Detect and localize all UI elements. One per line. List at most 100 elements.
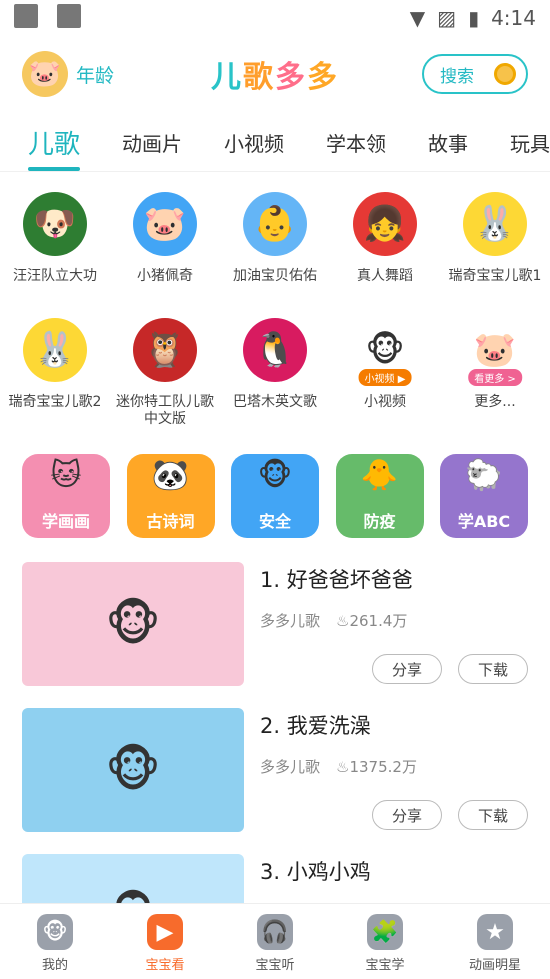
song-author: 多多儿歌 xyxy=(260,612,321,630)
app-logo: 儿歌多多 xyxy=(211,60,339,95)
badge: 小视频 ▶ xyxy=(358,369,412,386)
nav-item-2[interactable]: 🎧 宝宝听 xyxy=(230,914,320,973)
character-item[interactable]: 🐷 看更多 > 更多... xyxy=(440,318,550,444)
character-label: 加油宝贝佑佑 xyxy=(233,268,317,284)
song-item[interactable]: 🐵 1. 好爸爸坏爸爸多多儿歌 ♨261.4万分享 下载 xyxy=(22,562,528,708)
status-bar: ▼ ▨ ▮ 4:14 xyxy=(0,0,550,36)
nav-label: 宝宝学 xyxy=(365,958,405,973)
status-right: ▼ ▨ ▮ 4:14 xyxy=(410,6,536,30)
tab-2[interactable]: 小视频 xyxy=(224,128,284,171)
monkey-face-icon: 🐵 xyxy=(37,914,73,950)
tab-4[interactable]: 故事 xyxy=(428,128,468,171)
character-item[interactable]: 🦉 迷你特工队儿歌 中文版 xyxy=(110,318,220,444)
nav-item-4[interactable]: ★ 动画明星 xyxy=(450,914,540,973)
category-tabs: 儿歌 动画片 小视频 学本领 故事 玩具 xyxy=(0,112,550,172)
headphones-icon: 🎧 xyxy=(257,914,293,950)
nav-item-1[interactable]: ▶ 宝宝看 xyxy=(120,914,210,973)
search-button[interactable]: 搜索 xyxy=(422,54,528,94)
pig-more-icon: 🐷 看更多 > xyxy=(463,318,527,386)
character-item[interactable]: 🐷 小猪佩奇 xyxy=(110,192,220,318)
category-3[interactable]: 🐥 防疫 xyxy=(335,454,424,538)
character-item[interactable]: 🐰 瑞奇宝宝儿歌1 xyxy=(440,192,550,318)
character-label: 更多... xyxy=(474,394,516,410)
character-label: 迷你特工队儿歌 中文版 xyxy=(116,394,214,427)
category-label: 防疫 xyxy=(363,512,396,531)
song-item[interactable]: 🐵 2. 我爱洗澡多多儿歌 ♨1375.2万分享 下载 xyxy=(22,708,528,854)
character-label: 小猪佩奇 xyxy=(137,268,193,284)
character-item[interactable]: 👶 加油宝贝佑佑 xyxy=(220,192,330,318)
download-button[interactable]: 下载 xyxy=(458,654,528,684)
age-button[interactable]: 年龄 xyxy=(76,61,114,88)
character-item[interactable]: 🐧 巴塔木英文歌 xyxy=(220,318,330,444)
song-meta: 多多儿歌 ♨1375.2万 xyxy=(260,756,528,777)
badge: 看更多 > xyxy=(468,369,522,386)
tv-play-icon: ▶ xyxy=(147,914,183,950)
play-count: 261.4万 xyxy=(349,612,408,630)
penguin-icon: 🐧 xyxy=(243,318,307,382)
category-label: 安全 xyxy=(258,512,291,531)
character-label: 瑞奇宝宝儿歌1 xyxy=(448,268,542,284)
category-2[interactable]: 🐵 安全 xyxy=(231,454,319,538)
bird-icon: 🦉 xyxy=(133,318,197,382)
nav-item-3[interactable]: 🧩 宝宝学 xyxy=(340,914,430,973)
nav-label: 我的 xyxy=(41,958,68,973)
song-title[interactable]: 1. 好爸爸坏爸爸 xyxy=(260,564,528,594)
character-item[interactable]: 👧 真人舞蹈 xyxy=(330,192,440,318)
bear-star-icon: ★ xyxy=(477,914,513,950)
category-0[interactable]: 🐱 学画画 xyxy=(22,454,110,538)
tab-0[interactable]: 儿歌 xyxy=(28,124,81,171)
play-count-group: ♨1375.2万 xyxy=(336,756,417,777)
play-count-group: ♨261.4万 xyxy=(336,610,407,631)
share-button[interactable]: 分享 xyxy=(372,800,442,830)
notification-icon xyxy=(57,4,82,28)
download-button[interactable]: 下载 xyxy=(458,800,528,830)
bottom-navigation: 🐵 我的 ▶ 宝宝看 🎧 宝宝听 🧩 宝宝学 ★ 动画明星 xyxy=(0,903,550,979)
song-title[interactable]: 2. 我爱洗澡 xyxy=(260,710,528,740)
learning-categories: 🐱 学画画 🐼 古诗词 🐵 安全 🐥 防疫 🐑 学ABC xyxy=(0,444,550,538)
girl-icon: 👧 xyxy=(353,192,417,256)
monkey-icon: 🐵 小视频 ▶ xyxy=(353,318,417,386)
character-label: 瑞奇宝宝儿歌2 xyxy=(8,394,102,410)
song-author: 多多儿歌 xyxy=(260,758,321,776)
character-label: 小视频 xyxy=(364,394,406,410)
tab-1[interactable]: 动画片 xyxy=(122,128,182,171)
app-header: 🐷 年龄 儿歌多多 搜索 xyxy=(0,36,550,112)
clock: 4:14 xyxy=(491,6,536,30)
character-item[interactable]: 🐰 瑞奇宝宝儿歌2 xyxy=(0,318,110,444)
search-icon xyxy=(494,63,516,85)
cat-icon: 🐱 xyxy=(50,458,82,493)
sheep-icon: 🐑 xyxy=(465,458,503,493)
song-actions: 分享 下载 xyxy=(372,800,528,830)
nav-label: 动画明星 xyxy=(468,958,521,973)
song-actions: 分享 下载 xyxy=(372,654,528,684)
category-1[interactable]: 🐼 古诗词 xyxy=(126,454,215,538)
song-thumbnail[interactable]: 🐵 xyxy=(22,708,244,832)
chick-mask-icon: 🐥 xyxy=(360,458,399,493)
song-info: 2. 我爱洗澡多多儿歌 ♨1375.2万分享 下载 xyxy=(244,708,528,854)
baby-icon: 👶 xyxy=(243,192,307,256)
rabbit-icon: 🐰 xyxy=(463,192,527,256)
pig-avatar-icon[interactable]: 🐷 xyxy=(22,51,68,97)
tab-5[interactable]: 玩具 xyxy=(510,128,550,171)
category-label: 学画画 xyxy=(41,512,90,531)
song-info: 1. 好爸爸坏爸爸多多儿歌 ♨261.4万分享 下载 xyxy=(244,562,528,708)
nav-item-0[interactable]: 🐵 我的 xyxy=(10,914,100,973)
character-label: 真人舞蹈 xyxy=(357,268,413,284)
wifi-icon: ▼ xyxy=(409,6,426,30)
notification-icon xyxy=(14,4,38,28)
dog-icon: 🐶 xyxy=(23,192,87,256)
song-thumbnail[interactable]: 🐵 xyxy=(22,562,244,686)
battery-icon: ▮ xyxy=(468,6,480,30)
share-button[interactable]: 分享 xyxy=(372,654,442,684)
song-title[interactable]: 3. 小鸡小鸡 xyxy=(260,856,528,886)
character-grid: 🐶 汪汪队立大功 🐷 小猪佩奇 👶 加油宝贝佑佑 👧 真人舞蹈 🐰 瑞奇宝宝儿歌1 🐰 瑞奇宝宝儿歌2… xyxy=(0,172,550,444)
nav-label: 宝宝看 xyxy=(145,958,185,973)
character-item[interactable]: 🐵 小视频 ▶ 小视频 xyxy=(330,318,440,444)
category-label: 学ABC xyxy=(457,512,511,531)
flame-icon: ♨ xyxy=(336,612,350,630)
category-4[interactable]: 🐑 学ABC xyxy=(440,454,528,538)
character-item[interactable]: 🐶 汪汪队立大功 xyxy=(0,192,110,318)
tab-3[interactable]: 学本领 xyxy=(326,128,386,171)
category-label: 古诗词 xyxy=(146,512,195,531)
play-count: 1375.2万 xyxy=(349,758,417,776)
